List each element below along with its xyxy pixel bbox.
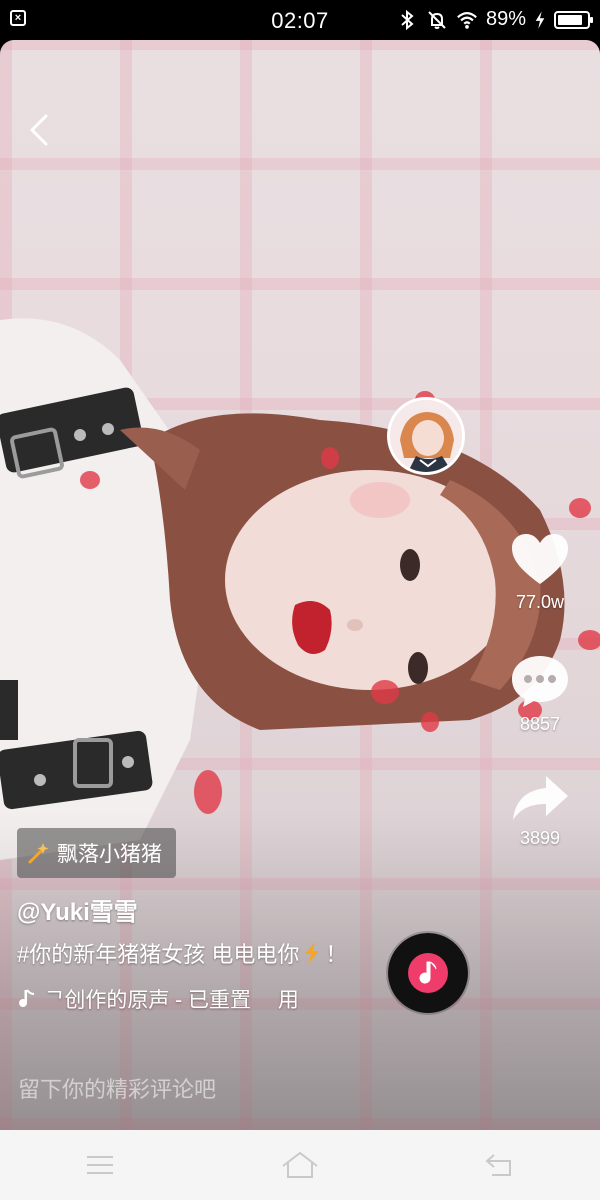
status-icons: 89% xyxy=(396,8,593,31)
like-button[interactable]: 77.0w xyxy=(480,532,600,613)
like-count: 77.0w xyxy=(515,592,565,612)
comment-count: 8857 xyxy=(519,714,561,734)
home-icon xyxy=(282,1151,318,1178)
battery-percent: 89% xyxy=(485,8,526,30)
battery-fill xyxy=(558,14,583,25)
description-text: #你的新年猪猪女孩 电电电你 xyxy=(17,942,300,967)
music-note-icon xyxy=(19,989,35,1008)
charging-bolt-icon xyxy=(535,10,545,29)
comment-bubble-icon xyxy=(512,656,568,707)
mute-bell-icon xyxy=(428,10,446,29)
share-arrow-icon xyxy=(513,776,568,820)
menu-icon xyxy=(87,1156,113,1174)
sticker-tag[interactable]: 飘落小猪猪 xyxy=(17,828,176,878)
nav-back-button[interactable] xyxy=(470,1140,530,1190)
music-title: ᄀ创作的原声 - 已重置 用 xyxy=(45,989,299,1012)
magic-wand-icon xyxy=(28,843,49,864)
comment-button[interactable]: 8857 xyxy=(480,652,600,735)
username-link[interactable]: @Yuki雪雪 xyxy=(17,892,138,927)
battery-icon xyxy=(554,10,593,29)
nav-home-button[interactable] xyxy=(270,1140,330,1190)
share-count: 3899 xyxy=(519,828,561,848)
screen: × 02:07 89% 77.0w 8857 3899 飘落小猪猪 @Yuki雪… xyxy=(0,0,600,1200)
system-nav-bar xyxy=(0,1130,600,1200)
music-info[interactable]: ᄀ创作的原声 - 已重置 用 xyxy=(17,984,357,1014)
music-disc-icon xyxy=(408,953,448,993)
comment-input[interactable] xyxy=(0,1050,600,1130)
share-button[interactable]: 3899 xyxy=(480,772,600,849)
music-disc-button[interactable] xyxy=(388,933,468,1013)
lightning-bolt-icon xyxy=(305,942,320,964)
bluetooth-icon xyxy=(401,9,414,30)
status-bar: × 02:07 89% xyxy=(0,0,600,40)
video-description: #你的新年猪猪女孩 电电电你 ！ xyxy=(17,937,347,969)
video-player[interactable]: 77.0w 8857 3899 飘落小猪猪 @Yuki雪雪 #你的新年猪猪女孩 … xyxy=(0,40,600,1130)
back-icon xyxy=(485,1154,511,1176)
creator-avatar[interactable] xyxy=(387,397,465,475)
wifi-icon xyxy=(457,11,477,29)
avatar-image xyxy=(390,400,462,472)
description-end: ！ xyxy=(325,942,348,967)
nav-menu-button[interactable] xyxy=(70,1140,130,1190)
sticker-label: 飘落小猪猪 xyxy=(57,843,162,866)
back-button[interactable] xyxy=(22,110,58,150)
heart-icon xyxy=(512,534,568,584)
